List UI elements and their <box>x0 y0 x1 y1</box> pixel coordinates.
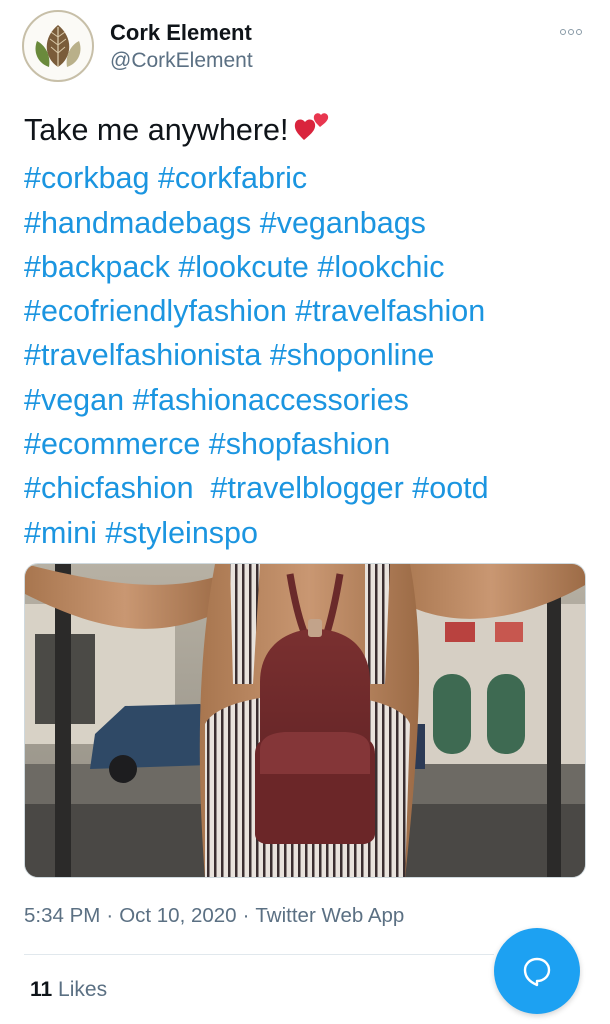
hashtag-link[interactable]: #vegan <box>24 383 124 417</box>
hashtag-line: #ecommerce #shopfashion <box>24 422 584 466</box>
hashtag-line: #corkbag #corkfabric <box>24 156 584 200</box>
hashtag-link[interactable]: #lookchic <box>317 250 444 284</box>
hashtag-link[interactable]: #fashionaccessories <box>133 383 409 417</box>
hashtag-link[interactable]: #mini <box>24 516 97 550</box>
hashtag-link[interactable]: #ecofriendlyfashion <box>24 294 287 328</box>
more-options-button[interactable] <box>554 22 588 42</box>
hashtag-line: #mini #styleinspo <box>24 511 584 555</box>
tweet-date[interactable]: Oct 10, 2020 <box>119 904 236 927</box>
hashtag-line: #chicfashion #travelblogger #ootd <box>24 466 584 510</box>
more-options-icon <box>560 29 566 35</box>
hashtag-line: #vegan #fashionaccessories <box>24 378 584 422</box>
hashtag-line: #travelfashionista #shoponline <box>24 333 584 377</box>
hashtag-link[interactable]: #handmadebags <box>24 206 251 240</box>
tweet-text: Take me anywhere! #corkbag #corkfabric #… <box>24 108 584 555</box>
hashtag-link[interactable]: #backpack <box>24 250 170 284</box>
hashtag-link[interactable]: #travelfashion <box>295 294 485 328</box>
tweet-time[interactable]: 5:34 PM <box>24 904 100 927</box>
likes-count-link[interactable]: 11 Likes <box>30 978 107 1002</box>
hashtag-link[interactable]: #shopfashion <box>209 427 390 461</box>
hashtag-link[interactable]: #ecommerce <box>24 427 200 461</box>
reply-bubble-icon <box>523 957 551 987</box>
author-name[interactable]: Cork Element <box>110 20 252 46</box>
two-hearts-icon <box>294 110 334 156</box>
author-handle[interactable]: @CorkElement <box>110 49 253 73</box>
hashtag-line: #handmadebags #veganbags <box>24 201 584 245</box>
hashtag-link[interactable]: #chicfashion <box>24 471 194 505</box>
hashtag-line: #backpack #lookcute #lookchic <box>24 245 584 289</box>
hashtag-link[interactable]: #travelblogger <box>211 471 404 505</box>
tweet-intro-line: Take me anywhere! <box>24 108 584 156</box>
backpack-photo-illustration <box>25 564 585 877</box>
likes-label: Likes <box>58 978 108 1001</box>
hashtag-link[interactable]: #corkbag <box>24 161 149 195</box>
hashtag-line: #ecofriendlyfashion #travelfashion <box>24 289 584 333</box>
hashtag-link[interactable]: #ootd <box>412 471 488 505</box>
tweet-timestamp: 5:34 PM · Oct 10, 2020 · Twitter Web App <box>24 904 404 928</box>
leaf-logo-icon <box>35 25 81 67</box>
reply-fab-button[interactable] <box>494 928 580 1014</box>
timestamp-separator: · <box>106 904 114 927</box>
hashtag-link[interactable]: #shoponline <box>270 338 435 372</box>
hashtag-link[interactable]: #corkfabric <box>158 161 307 195</box>
hashtag-link[interactable]: #veganbags <box>260 206 426 240</box>
hashtag-link[interactable]: #travelfashionista <box>24 338 261 372</box>
hashtag-link[interactable]: #lookcute <box>178 250 309 284</box>
tweet-intro-text: Take me anywhere! <box>24 113 289 147</box>
more-options-icon-dot <box>576 29 582 35</box>
tweet-source[interactable]: Twitter Web App <box>255 904 404 927</box>
tweet-photo[interactable] <box>24 563 586 878</box>
more-options-icon-dot <box>568 29 574 35</box>
avatar[interactable] <box>22 10 94 82</box>
likes-count: 11 <box>30 978 53 1001</box>
divider <box>24 954 494 955</box>
hashtag-link[interactable]: #styleinspo <box>105 516 258 550</box>
tweet-detail: Cork Element @CorkElement Take me anywhe… <box>0 0 610 1024</box>
source-separator: · <box>242 904 250 927</box>
